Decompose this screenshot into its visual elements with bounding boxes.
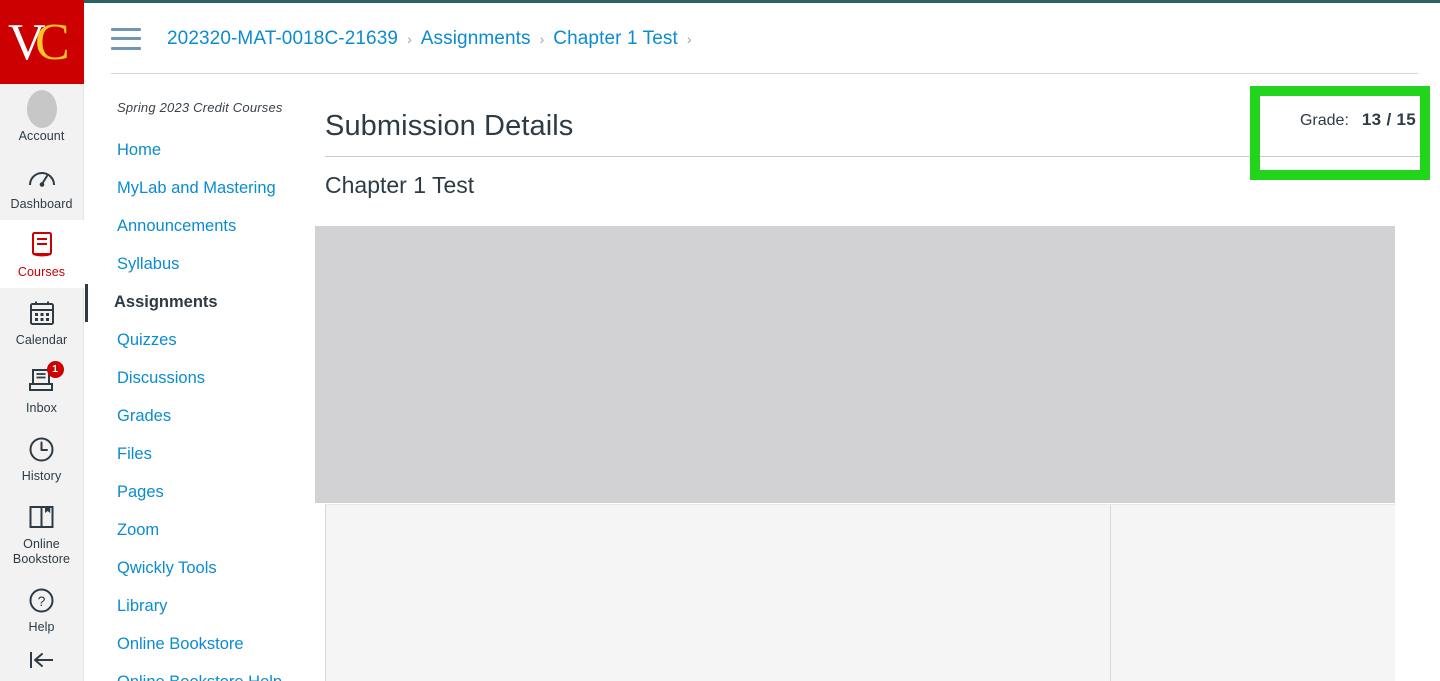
global-nav-item-account[interactable]: Account: [0, 84, 84, 152]
dashboard-gauge-icon: [27, 162, 57, 192]
grade-value: 13 / 15: [1361, 110, 1416, 129]
course-nav-item-online-bookstore[interactable]: Online Bookstore: [85, 626, 315, 664]
submission-preview-panels: [325, 504, 1395, 681]
breadcrumb-item-chapter-1-test[interactable]: Chapter 1 Test: [553, 27, 678, 51]
course-nav-item-syllabus[interactable]: Syllabus: [85, 246, 315, 284]
preview-panel-primary: [325, 504, 1110, 681]
courses-book-icon: [27, 230, 57, 260]
course-nav-item-quizzes[interactable]: Quizzes: [85, 322, 315, 360]
chevron-right-icon: ›: [539, 30, 545, 47]
course-nav-item-grades[interactable]: Grades: [85, 398, 315, 436]
course-nav-item-discussions[interactable]: Discussions: [85, 360, 315, 398]
open-book-icon: [27, 502, 57, 532]
inbox-tray-icon: 1: [27, 361, 64, 396]
breadcrumb-item-assignments[interactable]: Assignments: [421, 27, 531, 51]
course-nav-item-library[interactable]: Library: [85, 588, 315, 626]
inbox-unread-badge: 1: [46, 361, 64, 378]
global-nav-label: Online Bookstore: [12, 537, 71, 566]
hamburger-menu-icon[interactable]: [111, 27, 141, 50]
svg-text:C: C: [35, 14, 70, 71]
global-nav-label: Courses: [17, 265, 66, 279]
chevron-right-icon: ›: [407, 30, 412, 47]
course-nav-item-home[interactable]: Home: [85, 132, 315, 170]
global-nav-item-calendar[interactable]: Calendar: [0, 288, 84, 356]
breadcrumb-header: 202320-MAT-0018C-21639 › Assignments › C…: [85, 3, 1440, 74]
course-nav-item-announcements[interactable]: Announcements: [85, 208, 315, 246]
breadcrumb: 202320-MAT-0018C-21639 › Assignments › C…: [167, 27, 692, 51]
course-nav-item-online-bookstore-help[interactable]: Online Bookstore Help: [85, 664, 315, 681]
global-nav-item-help[interactable]: ? Help: [0, 575, 84, 643]
course-nav-item-qwickly-tools[interactable]: Qwickly Tools: [85, 550, 315, 588]
global-nav-label: Dashboard: [10, 197, 73, 211]
global-nav-label: Help: [28, 620, 55, 634]
chevron-right-icon: ›: [686, 30, 692, 47]
calendar-icon: [27, 298, 57, 328]
grade-display: Grade: 13 / 15: [1300, 110, 1416, 130]
global-nav-label: History: [21, 469, 62, 483]
global-nav-item-courses[interactable]: Courses: [0, 220, 84, 288]
course-navigation: Spring 2023 Credit Courses Home MyLab an…: [85, 74, 315, 681]
svg-text:?: ?: [38, 593, 46, 609]
global-nav-item-dashboard[interactable]: Dashboard: [0, 152, 84, 220]
institution-logo[interactable]: V C: [0, 0, 84, 84]
page-title-divider: [325, 156, 1423, 157]
global-nav-item-history[interactable]: History: [0, 424, 84, 492]
global-nav-item-online-bookstore[interactable]: Online Bookstore: [0, 492, 84, 575]
collapse-navigation-button[interactable]: [0, 649, 84, 671]
page-title: Submission Details: [325, 110, 574, 142]
breadcrumb-item-course[interactable]: 202320-MAT-0018C-21639: [167, 27, 398, 51]
course-nav-item-files[interactable]: Files: [85, 436, 315, 474]
course-nav-item-pages[interactable]: Pages: [85, 474, 315, 512]
course-nav-item-zoom[interactable]: Zoom: [85, 512, 315, 550]
global-nav-item-inbox[interactable]: 1 Inbox: [0, 356, 84, 424]
course-nav-item-assignments[interactable]: Assignments: [85, 284, 315, 322]
avatar-icon: [26, 90, 57, 128]
course-term-label: Spring 2023 Credit Courses: [117, 100, 283, 115]
global-nav-label: Calendar: [15, 333, 68, 347]
page-root: V C Account Dashboard Courses Calendar 1…: [0, 0, 1440, 681]
global-navigation: V C Account Dashboard Courses Calendar 1…: [0, 0, 84, 681]
question-circle-icon: ?: [27, 585, 57, 615]
global-nav-label: Account: [18, 129, 65, 143]
course-nav-list: Home MyLab and Mastering Announcements S…: [85, 132, 315, 681]
course-nav-item-mylab-and-mastering[interactable]: MyLab and Mastering: [85, 170, 315, 208]
preview-panel-secondary: [1110, 504, 1395, 681]
clock-icon: [27, 434, 57, 464]
assignment-title: Chapter 1 Test: [325, 172, 475, 198]
grade-label: Grade:: [1299, 112, 1349, 129]
global-nav-label: Inbox: [25, 401, 58, 415]
submission-preview-placeholder: [315, 226, 1395, 503]
